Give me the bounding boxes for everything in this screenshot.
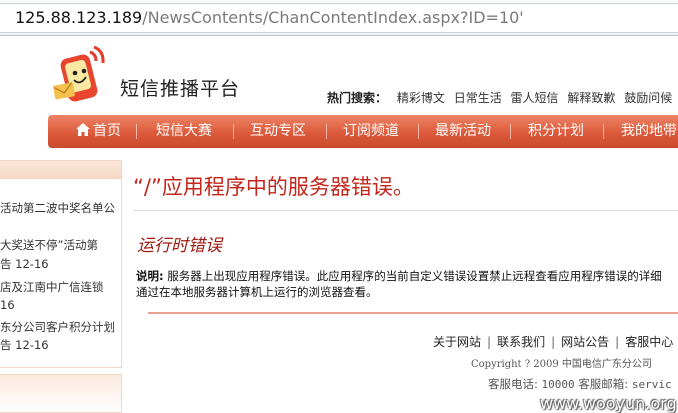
nav-item-points[interactable]: 积分计划 bbox=[528, 115, 584, 148]
url-host: 125.88.123.189 bbox=[15, 8, 143, 27]
description-text: 服务器上出现应用程序错误。此应用程序的当前自定义错误设置禁止远程查看应用程序错误… bbox=[163, 269, 662, 283]
hot-search-link[interactable]: 鼓励问候 bbox=[624, 91, 672, 105]
hot-search-label: 热门搜索： bbox=[327, 91, 388, 105]
email-label: 客服邮箱: bbox=[578, 377, 629, 391]
phone-mascot-icon[interactable] bbox=[52, 45, 114, 108]
nav-divider bbox=[136, 124, 137, 139]
error-title: “/”应用程序中的服务器错误。 bbox=[133, 175, 414, 199]
sidebar-box bbox=[0, 374, 122, 413]
browser-address-bar: 125.88.123.189/NewsContents/ChanContentI… bbox=[0, 0, 678, 36]
nav-item-my-zone[interactable]: 我的地带 bbox=[621, 115, 677, 148]
sidebar-news-date: 告 12-16 bbox=[0, 257, 49, 271]
hot-search-link[interactable]: 精彩博文 bbox=[397, 91, 445, 105]
nav-item-interactive[interactable]: 互动专区 bbox=[250, 115, 306, 148]
error-description-line: 通过在本地服务器计算机上运行的浏览器查看。 bbox=[136, 285, 378, 299]
url-field[interactable]: 125.88.123.189/NewsContents/ChanContentI… bbox=[0, 3, 678, 33]
home-icon bbox=[76, 116, 90, 136]
hot-search-link[interactable]: 日常生活 bbox=[454, 91, 502, 105]
description-label: 说明: bbox=[136, 269, 164, 283]
sidebar-header bbox=[0, 161, 121, 179]
error-description: 说明: 服务器上出现应用程序错误。此应用程序的当前自定义错误设置禁止远程查看应用… bbox=[136, 268, 678, 300]
hot-search-link[interactable]: 雷人短信 bbox=[511, 91, 559, 105]
footer-links: 关于网站 | 联系我们 | 网站公告 | 客服中心 bbox=[433, 333, 673, 350]
nav-item-events[interactable]: 最新活动 bbox=[435, 115, 491, 148]
site-title: 短信推播平台 bbox=[120, 78, 241, 100]
sidebar-news-box: 活动第二波中奖名单公 大奖送不停”活动第 告 12-16 店及江南中广信连锁 1… bbox=[0, 160, 122, 368]
url-path: /NewsContents/ChanContentIndex.aspx?ID=1… bbox=[142, 8, 524, 27]
divider bbox=[133, 210, 678, 211]
footer-divider bbox=[148, 312, 678, 314]
nav-divider bbox=[510, 124, 511, 139]
link-separator: | bbox=[487, 335, 492, 349]
footer-link-about[interactable]: 关于网站 bbox=[433, 335, 481, 349]
nav-item-label: 首页 bbox=[93, 123, 121, 139]
copyright: Copyright ? 2009 中国电信广东分公司 bbox=[471, 359, 652, 370]
hotline-number: 10000 bbox=[541, 378, 575, 391]
nav-item-home[interactable]: 首页 bbox=[76, 115, 121, 148]
sidebar-news-date: 告 12-16 bbox=[0, 338, 49, 352]
hot-search-link[interactable]: 解释致歉 bbox=[567, 91, 615, 105]
nav-item-subscribe[interactable]: 订阅频道 bbox=[343, 115, 399, 148]
service-contact: 客服电话: 10000 客服邮箱: servic bbox=[488, 376, 672, 392]
footer-link-contact[interactable]: 联系我们 bbox=[497, 335, 545, 349]
nav-divider bbox=[418, 124, 419, 139]
hotline-label: 客服电话: bbox=[488, 377, 538, 391]
link-separator: | bbox=[615, 335, 620, 349]
sidebar-news-item[interactable]: 活动第二波中奖名单公 bbox=[0, 199, 120, 218]
sidebar-news-item[interactable]: 东分公司客户积分计划 bbox=[0, 318, 120, 337]
nav-item-contest[interactable]: 短信大赛 bbox=[156, 115, 212, 148]
error-subtitle: 运行时错误 bbox=[137, 236, 222, 256]
link-separator: | bbox=[551, 335, 556, 349]
hot-search: 热门搜索： 精彩博文 日常生活 雷人短信 解释致歉 鼓励问候 永恒 bbox=[327, 89, 678, 106]
sidebar-news-item[interactable]: 店及江南中广信连锁 bbox=[0, 278, 120, 297]
sidebar: 活动第二波中奖名单公 大奖送不停”活动第 告 12-16 店及江南中广信连锁 1… bbox=[0, 160, 122, 413]
sidebar-news-date: 16 bbox=[0, 298, 15, 312]
sidebar-news-item[interactable]: 大奖送不停”活动第 bbox=[0, 236, 120, 255]
footer-link-service[interactable]: 客服中心 bbox=[625, 335, 673, 349]
main-nav: 首页 短信大赛 互动专区 订阅频道 最新活动 积分计划 我的地带 bbox=[48, 115, 678, 148]
nav-divider bbox=[603, 124, 604, 139]
watermark: www.wooyun.org bbox=[540, 394, 677, 413]
footer-link-notice[interactable]: 网站公告 bbox=[561, 335, 609, 349]
error-description-line: 说明: 服务器上出现应用程序错误。此应用程序的当前自定义错误设置禁止远程查看应用… bbox=[136, 268, 678, 284]
nav-divider bbox=[326, 124, 327, 139]
nav-divider bbox=[233, 124, 234, 139]
email-value: servic bbox=[631, 378, 672, 391]
